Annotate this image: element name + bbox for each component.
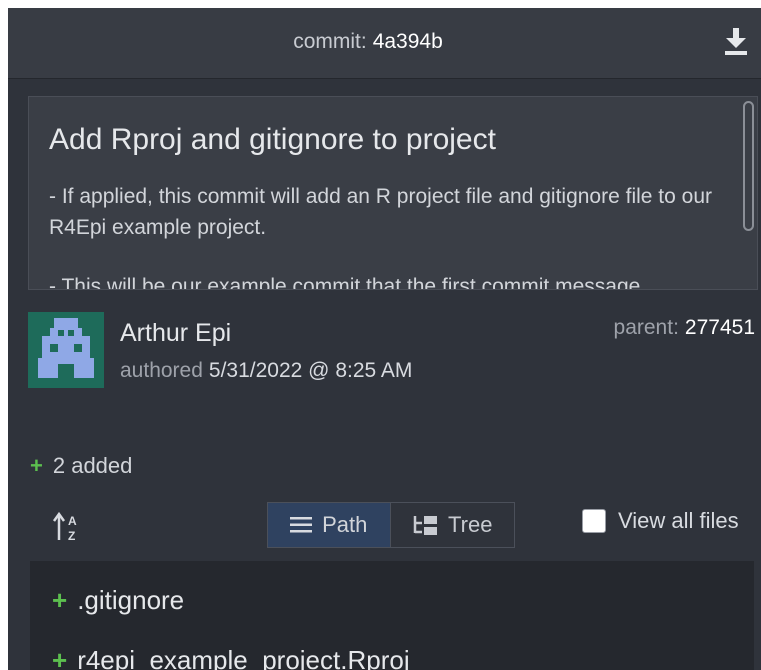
svg-text:Z: Z xyxy=(68,529,75,543)
download-icon[interactable] xyxy=(725,28,747,56)
file-name: .gitignore xyxy=(77,585,185,615)
added-icon: + xyxy=(52,585,68,615)
view-mode-toggle: Path Tree xyxy=(267,502,515,548)
author-name[interactable]: Arthur Epi xyxy=(120,319,231,348)
commit-header: commit: 4a394b xyxy=(8,8,761,79)
commit-sha[interactable]: 4a394b xyxy=(373,30,443,53)
tree-label: Tree xyxy=(448,512,493,537)
commit-label: commit: xyxy=(293,30,367,53)
added-count: 2 added xyxy=(52,453,133,478)
view-all-files-label: View all files xyxy=(618,508,739,533)
svg-text:A: A xyxy=(68,514,77,528)
authored-label: authored xyxy=(120,359,203,382)
view-all-files-checkbox[interactable] xyxy=(582,509,606,533)
file-name: r4epi_example_project.Rproj xyxy=(77,645,410,670)
list-icon xyxy=(290,517,313,533)
avatar[interactable] xyxy=(28,312,104,388)
tree-view-button[interactable]: Tree xyxy=(389,503,515,547)
view-all-files-toggle[interactable]: View all files xyxy=(582,508,739,534)
plus-icon: + xyxy=(30,453,43,478)
message-scrollbar[interactable] xyxy=(743,101,754,231)
commit-details-panel: commit: 4a394b Add Rproj and gitignore to… xyxy=(8,8,761,670)
file-item[interactable]: + .gitignore xyxy=(52,585,184,616)
commit-message-paragraph: - If applied, this commit will add an R … xyxy=(49,185,712,239)
sort-icon[interactable]: A Z xyxy=(52,510,84,544)
commit-date: 5/31/2022 @ 8:25 AM xyxy=(208,359,413,382)
parent-sha[interactable]: 277451 xyxy=(685,316,755,339)
commit-message-paragraph: - This will be our example commit that t… xyxy=(49,275,641,290)
file-item[interactable]: + r4epi_example_project.Rproj xyxy=(52,645,410,670)
commit-message-title: Add Rproj and gitignore to project xyxy=(49,123,496,156)
file-list: + .gitignore + r4epi_example_project.Rproj xyxy=(30,561,754,670)
path-label: Path xyxy=(322,512,368,537)
parent-commit: parent: 277451 xyxy=(614,316,755,340)
commit-message-body: - If applied, this commit will add an R … xyxy=(49,181,729,290)
authored-date: authored 5/31/2022 @ 8:25 AM xyxy=(120,359,412,383)
parent-label: parent: xyxy=(613,316,679,339)
commit-id: commit: 4a394b xyxy=(8,30,728,54)
tree-icon xyxy=(413,516,438,535)
added-icon: + xyxy=(52,645,68,670)
path-view-button[interactable]: Path xyxy=(268,503,390,547)
commit-message-box[interactable]: Add Rproj and gitignore to project - If … xyxy=(28,96,758,290)
changes-summary: +2 added xyxy=(30,453,132,479)
